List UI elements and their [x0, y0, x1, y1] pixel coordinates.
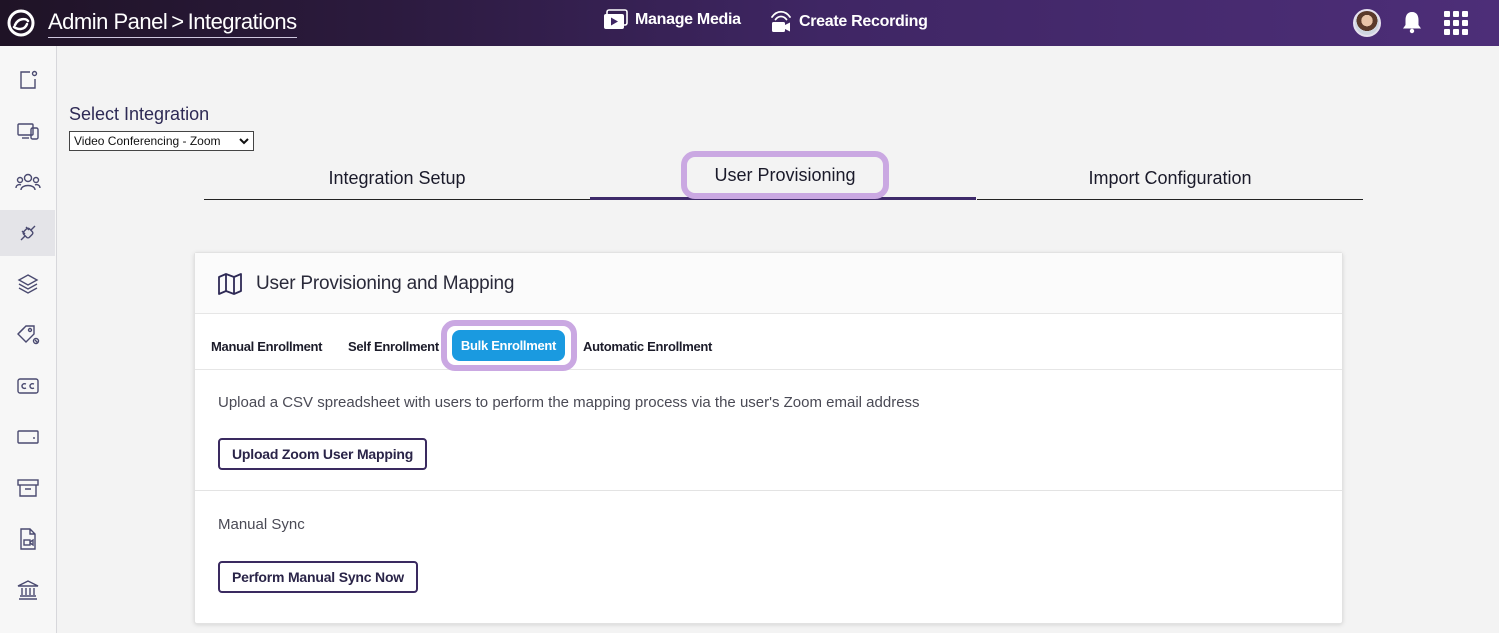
sidebar-item-archive[interactable] — [0, 465, 55, 511]
create-recording-label: Create Recording — [799, 13, 928, 30]
sidebar-item-captions[interactable] — [0, 363, 55, 409]
sidebar-item-layers[interactable] — [0, 261, 55, 307]
chevron-down-icon — [239, 138, 249, 145]
top-bar: Admin Panel > Integrations Manage Media Cr… — [0, 0, 1499, 46]
integration-select[interactable]: Video Conferencing - Zoom — [69, 131, 254, 151]
sidebar-item-file-video[interactable] — [0, 516, 55, 562]
users-icon — [14, 173, 41, 191]
provisioning-card: User Provisioning and Mapping Manual Enr… — [194, 252, 1343, 624]
subtab-bulk-enrollment[interactable]: Bulk Enrollment — [452, 330, 565, 361]
tab-user-provisioning[interactable]: User Provisioning — [681, 151, 889, 199]
breadcrumb-integrations: Integrations — [187, 9, 297, 34]
breadcrumb-separator: > — [171, 9, 184, 34]
enrollment-subtabs: Manual Enrollment Self Enrollment Bulk E… — [195, 314, 1342, 371]
sidebar — [0, 46, 57, 633]
perform-manual-sync-button[interactable]: Perform Manual Sync Now — [218, 561, 418, 593]
tab-integration-setup[interactable]: Integration Setup — [204, 160, 590, 200]
tag-icon — [16, 325, 39, 345]
layers-icon — [17, 274, 38, 294]
recording-icon — [771, 10, 791, 32]
sidebar-item-tags[interactable] — [0, 312, 55, 358]
tab-import-configuration[interactable]: Import Configuration — [977, 160, 1363, 200]
archive-icon — [16, 479, 39, 497]
subtab-self-enrollment[interactable]: Self Enrollment — [348, 339, 439, 354]
card-header: User Provisioning and Mapping — [195, 253, 1342, 314]
logo-icon[interactable] — [6, 8, 38, 38]
dashboard-icon — [19, 70, 37, 89]
captions-icon — [16, 378, 39, 394]
subtab-automatic-enrollment[interactable]: Automatic Enrollment — [583, 339, 712, 354]
integration-select-value: Video Conferencing - Zoom — [74, 134, 221, 148]
devices-icon — [16, 123, 39, 140]
card-icon — [16, 430, 39, 444]
create-recording-link[interactable]: Create Recording — [769, 9, 928, 35]
bulk-enrollment-description: Upload a CSV spreadsheet with users to p… — [218, 394, 920, 411]
sidebar-item-devices[interactable] — [0, 108, 55, 154]
bell-icon[interactable] — [1401, 10, 1423, 34]
breadcrumb-admin-panel[interactable]: Admin Panel — [48, 9, 168, 34]
sidebar-item-integrations[interactable] — [0, 210, 55, 256]
sidebar-item-institution[interactable] — [0, 567, 55, 613]
institution-icon — [17, 580, 38, 600]
media-icon — [604, 9, 628, 29]
integrations-icon — [20, 225, 35, 241]
user-avatar[interactable] — [1353, 9, 1381, 37]
sidebar-item-card[interactable] — [0, 414, 55, 460]
apps-grid-icon[interactable] — [1444, 11, 1468, 35]
select-integration-label: Select Integration — [69, 104, 210, 124]
section-divider — [195, 490, 1342, 491]
file-video-icon — [19, 528, 36, 550]
manage-media-link[interactable]: Manage Media — [603, 9, 741, 31]
card-title: User Provisioning and Mapping — [256, 273, 515, 294]
breadcrumb: Admin Panel > Integrations — [48, 9, 297, 38]
manage-media-label: Manage Media — [635, 11, 741, 28]
map-icon — [218, 273, 242, 295]
upload-zoom-user-mapping-button[interactable]: Upload Zoom User Mapping — [218, 438, 428, 470]
subtab-manual-enrollment[interactable]: Manual Enrollment — [211, 339, 323, 354]
sidebar-item-dashboard[interactable] — [0, 57, 55, 103]
sidebar-item-users[interactable] — [0, 159, 55, 205]
manual-sync-label: Manual Sync — [218, 516, 305, 533]
